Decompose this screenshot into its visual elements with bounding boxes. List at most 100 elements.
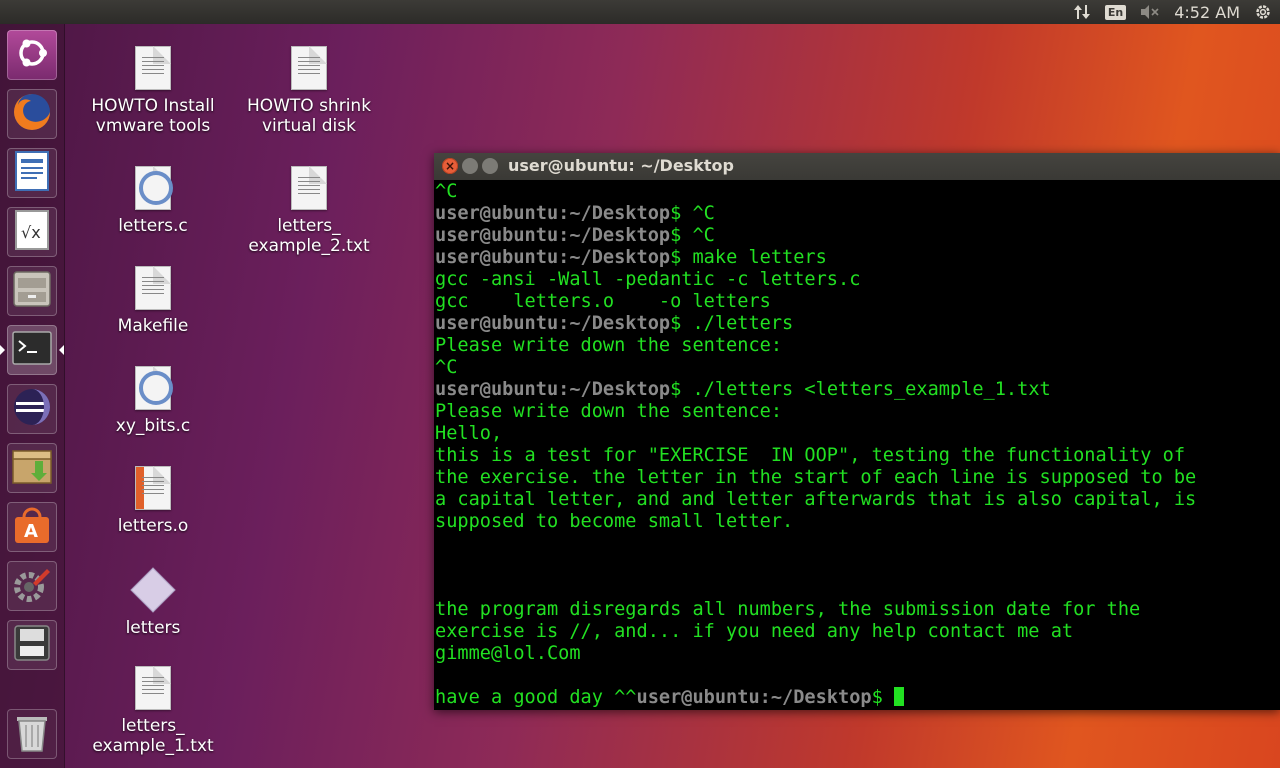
top-panel: En 4:52 AM — [0, 0, 1280, 24]
launcher-software-center[interactable]: A — [7, 502, 57, 552]
terminal-output: exercise is //, and... if you need any h… — [435, 621, 1074, 642]
object-file-icon — [135, 466, 171, 510]
terminal-command: ./letters — [681, 313, 794, 334]
terminal-line: this is a test for "EXERCISE IN OOP", te… — [435, 445, 1280, 467]
terminal-output: Please write down the sentence: — [435, 401, 783, 422]
terminal-line: gimme@lol.Com — [435, 643, 1280, 665]
prompt-user: user@ubuntu — [435, 247, 559, 268]
launcher-system-settings[interactable] — [7, 561, 57, 611]
prompt-path: :~/Desktop — [558, 203, 671, 224]
desktop-icon-label: Makefile — [117, 316, 189, 336]
prompt-path: :~/Desktop — [759, 687, 872, 708]
terminal-line: Please write down the sentence: — [435, 335, 1280, 357]
prompt-path: :~/Desktop — [558, 379, 671, 400]
prompt-user: user@ubuntu — [435, 313, 559, 334]
terminal-line: ^C — [435, 181, 1280, 203]
settings-wrench-icon — [11, 563, 53, 609]
launcher-trash[interactable] — [7, 709, 57, 759]
desktop-icon-letters-example-2[interactable]: letters_ example_2.txt — [244, 166, 374, 256]
terminal-line: have a good day ^^user@ubuntu:~/Desktop$ — [435, 687, 1280, 709]
launcher-terminal[interactable] — [0, 325, 64, 375]
terminal-command: ^C — [681, 225, 715, 246]
launcher-disks[interactable] — [7, 620, 57, 670]
terminal-line: Please write down the sentence: — [435, 401, 1280, 423]
desktop-icon-letters-example-1[interactable]: letters_ example_1.txt — [88, 666, 218, 756]
launcher-libreoffice-writer[interactable] — [7, 148, 57, 198]
desktop-icon-label: letters — [125, 618, 181, 638]
desktop-icon-howto-shrink[interactable]: HOWTO shrink virtual disk — [244, 46, 374, 136]
terminal-output: this is a test for "EXERCISE IN OOP", te… — [435, 445, 1186, 466]
terminal-command: ./letters <letters_example_1.txt — [681, 379, 1051, 400]
keyboard-layout-indicator[interactable]: En — [1104, 4, 1127, 20]
ubuntu-logo-icon — [14, 35, 50, 75]
text-file-icon — [135, 666, 171, 710]
desktop-icon-letters-c[interactable]: letters.c — [88, 166, 218, 236]
prompt-sign: $ — [670, 313, 682, 334]
terminal-output: supposed to become small letter. — [435, 511, 794, 532]
launcher-libreoffice-math[interactable]: √x — [7, 207, 57, 257]
terminal-output: Please write down the sentence: — [435, 335, 783, 356]
launcher: √x A — [0, 24, 65, 768]
terminal-output: have a good day ^^ — [435, 687, 637, 708]
clock[interactable]: 4:52 AM — [1174, 0, 1240, 24]
terminal-line: user@ubuntu:~/Desktop$ ^C — [435, 203, 1280, 225]
desktop-icon-label: letters.o — [117, 516, 189, 536]
terminal-line: the exercise. the letter in the start of… — [435, 467, 1280, 489]
prompt-sign: $ — [670, 379, 682, 400]
terminal-line: Hello, — [435, 423, 1280, 445]
launcher-files[interactable] — [7, 266, 57, 316]
desktop-icon-howto-install[interactable]: HOWTO Install vmware tools — [88, 46, 218, 136]
software-store-icon: A — [12, 505, 52, 549]
running-indicator — [0, 345, 5, 355]
prompt-path: :~/Desktop — [558, 247, 671, 268]
terminal-line: user@ubuntu:~/Desktop$ ^C — [435, 225, 1280, 247]
launcher-eclipse[interactable] — [7, 384, 57, 434]
text-file-icon — [135, 266, 171, 310]
terminal-titlebar[interactable]: × user@ubuntu: ~/Desktop — [434, 153, 1280, 180]
math-icon: √x — [15, 210, 49, 254]
prompt-sign: $ — [670, 203, 682, 224]
terminal-output: gcc -ansi -Wall -pedantic -c letters.c — [435, 269, 861, 290]
text-file-icon — [291, 46, 327, 90]
terminal-line: ^C — [435, 357, 1280, 379]
volume-muted-icon[interactable] — [1140, 0, 1160, 24]
prompt-path: :~/Desktop — [558, 225, 671, 246]
writer-icon — [15, 151, 49, 195]
desktop-icon-xy-bits-c[interactable]: xy_bits.c — [88, 366, 218, 436]
terminal-line: user@ubuntu:~/Desktop$ ./letters <letter… — [435, 379, 1280, 401]
launcher-firefox[interactable] — [7, 89, 57, 139]
desktop-icon-makefile[interactable]: Makefile — [88, 266, 218, 336]
terminal-command: make letters — [681, 247, 827, 268]
gear-icon[interactable] — [1254, 0, 1272, 24]
terminal-line: a capital letter, and and letter afterwa… — [435, 489, 1280, 511]
window-title: user@ubuntu: ~/Desktop — [508, 156, 734, 175]
minimize-window-button[interactable] — [462, 158, 478, 174]
terminal-screen[interactable]: ^C user@ubuntu:~/Desktop$ ^C user@ubuntu:~… — [434, 180, 1280, 709]
firefox-icon — [11, 91, 53, 137]
terminal-output: the program disregards all numbers, the … — [435, 599, 1141, 620]
maximize-window-button[interactable] — [482, 158, 498, 174]
desktop-icon-letters[interactable]: letters — [88, 567, 218, 638]
prompt-user: user@ubuntu — [435, 379, 559, 400]
terminal-output: ^C — [435, 181, 458, 202]
launcher-archive-manager[interactable] — [7, 443, 57, 493]
svg-text:√x: √x — [21, 223, 41, 242]
terminal-output: Hello, — [435, 423, 503, 444]
desktop-icon-letters-o[interactable]: letters.o — [88, 466, 218, 536]
trash-icon — [14, 711, 50, 757]
terminal-line: supposed to become small letter. — [435, 511, 1280, 533]
network-updown-icon[interactable] — [1073, 0, 1091, 24]
terminal-line: the program disregards all numbers, the … — [435, 599, 1280, 621]
launcher-ubuntu-dash[interactable] — [7, 30, 57, 80]
disk-icon — [12, 623, 52, 667]
terminal-output: ^C — [435, 357, 458, 378]
executable-icon — [130, 567, 176, 613]
terminal-window[interactable]: × user@ubuntu: ~/Desktop ^C user@ubuntu:~… — [434, 153, 1280, 710]
close-icon: × — [444, 159, 456, 173]
close-window-button[interactable]: × — [442, 158, 458, 174]
terminal-output: gcc letters.o -o letters — [435, 291, 771, 312]
